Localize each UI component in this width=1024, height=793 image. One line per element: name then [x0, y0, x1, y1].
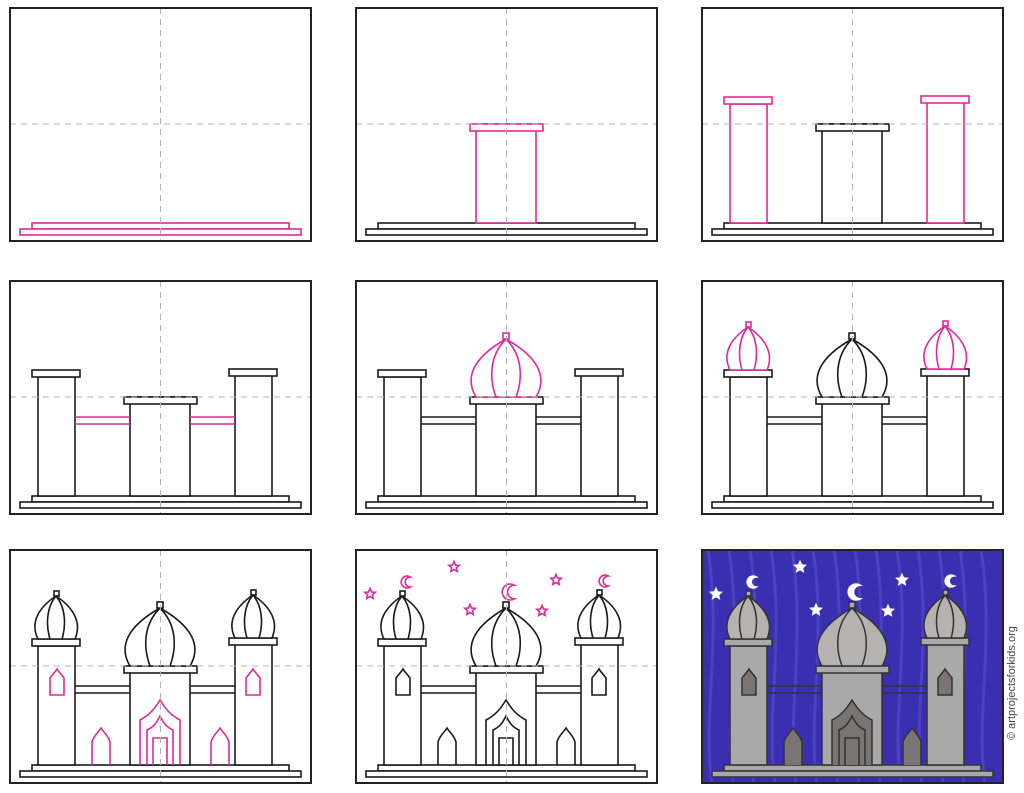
- star-2: [446, 559, 462, 574]
- step-panel-5: [355, 280, 658, 515]
- right-minaret: [926, 374, 965, 497]
- left-minaret-cap: [723, 369, 773, 378]
- left-minaret: [729, 103, 768, 224]
- panel-content: [702, 550, 1003, 783]
- right-minaret-cap: [574, 368, 624, 377]
- right-minaret-cap: [920, 95, 970, 104]
- panel-content: [356, 550, 657, 783]
- right-dome: [923, 325, 968, 370]
- right-minaret: [234, 643, 273, 766]
- star-3: [462, 602, 478, 617]
- drawing-steps-sheet: [9, 7, 1004, 784]
- left-wall: [421, 416, 476, 425]
- right-finial: [942, 589, 949, 596]
- base-step-bottom: [711, 770, 994, 778]
- right-arch: [556, 726, 576, 765]
- left-dome: [726, 326, 771, 371]
- center-crescent-moon: [501, 583, 518, 601]
- right-finial: [942, 320, 949, 327]
- right-wall: [536, 416, 581, 425]
- center-door: [844, 737, 860, 765]
- step-panel-9: [701, 549, 1004, 784]
- left-arch: [91, 726, 111, 765]
- star-4: [534, 603, 550, 618]
- right-wall: [190, 685, 235, 694]
- step-panel-6: [701, 280, 1004, 515]
- left-finial: [53, 590, 60, 597]
- left-finial: [399, 590, 406, 597]
- step-panel-1: [9, 7, 312, 242]
- credit-text: © artprojectsforkids.org: [1006, 626, 1018, 740]
- step-panel-2: [355, 7, 658, 242]
- panel-content: [356, 281, 657, 514]
- right-minaret: [580, 643, 619, 766]
- left-minaret-cap: [31, 638, 81, 647]
- panel-content: [702, 281, 1003, 514]
- right-dome: [231, 594, 276, 639]
- star-1: [362, 586, 378, 601]
- right-minaret: [926, 101, 965, 224]
- left-crescent-moon: [400, 575, 414, 589]
- right-minaret-cap: [920, 368, 970, 377]
- base-step-top: [723, 764, 982, 772]
- left-dome: [34, 595, 79, 640]
- step-panel-8: [355, 549, 658, 784]
- right-minaret-cap: [228, 368, 278, 377]
- right-minaret: [926, 643, 965, 766]
- left-minaret-cap: [31, 369, 81, 378]
- right-crescent-moon: [598, 574, 612, 588]
- right-minaret: [580, 374, 619, 497]
- panel-content: [10, 281, 311, 514]
- step-panel-7: [9, 549, 312, 784]
- right-minaret: [234, 374, 273, 497]
- left-arch: [437, 726, 457, 765]
- left-minaret: [383, 376, 422, 497]
- left-wall: [421, 685, 476, 694]
- left-finial: [745, 590, 752, 597]
- left-minaret: [383, 645, 422, 766]
- right-dome: [577, 594, 622, 639]
- center-finial: [848, 601, 856, 609]
- right-minaret-cap: [920, 637, 970, 646]
- panel-content: [702, 8, 1003, 241]
- left-wall: [75, 416, 130, 425]
- right-wall: [882, 416, 927, 425]
- left-minaret: [37, 376, 76, 497]
- left-minaret-cap: [723, 96, 773, 105]
- left-minaret: [729, 645, 768, 766]
- panel-content: [356, 8, 657, 241]
- step-panel-3: [701, 7, 1004, 242]
- left-minaret-cap: [723, 638, 773, 647]
- panel-content: [10, 8, 311, 241]
- left-dome: [380, 595, 425, 640]
- right-minaret-cap: [574, 637, 624, 646]
- left-wall: [75, 685, 130, 694]
- right-finial: [250, 589, 257, 596]
- left-finial: [745, 321, 752, 328]
- right-wall: [190, 416, 235, 425]
- step-panel-4: [9, 280, 312, 515]
- right-minaret-cap: [228, 637, 278, 646]
- right-finial: [596, 589, 603, 596]
- star-5: [548, 572, 564, 587]
- left-minaret: [37, 645, 76, 766]
- right-wall: [536, 685, 581, 694]
- left-minaret: [729, 376, 768, 497]
- left-minaret-cap: [377, 369, 427, 378]
- left-wall: [767, 416, 822, 425]
- panel-content: [10, 550, 311, 783]
- center-cornice: [815, 665, 890, 674]
- left-minaret-cap: [377, 638, 427, 647]
- right-arch: [210, 726, 230, 765]
